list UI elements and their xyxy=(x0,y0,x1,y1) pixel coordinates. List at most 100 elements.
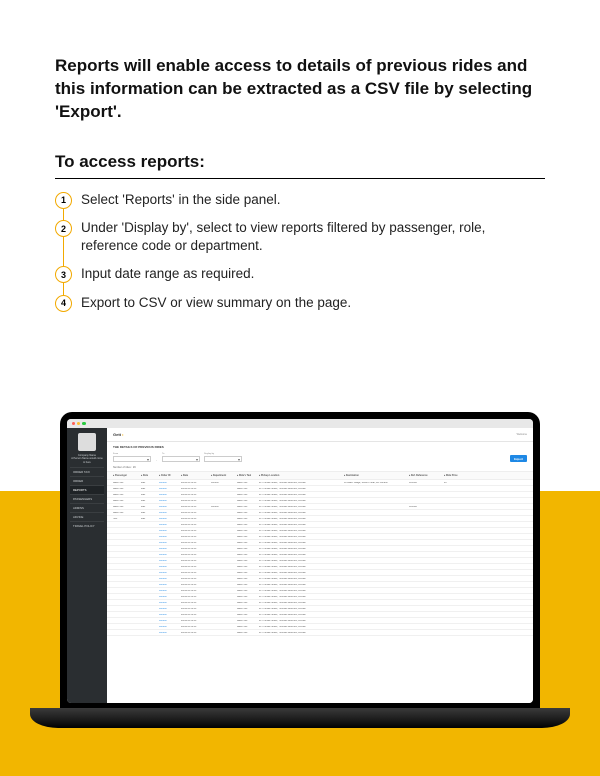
table-cell: 21 Thomas Street, Thomas Street E1, Lond… xyxy=(259,632,344,634)
date-from-select[interactable] xyxy=(113,456,151,462)
display-by-select[interactable] xyxy=(204,456,242,462)
table-cell: Black Taxi xyxy=(237,500,259,502)
column-header[interactable]: ▸ Ride Price xyxy=(444,474,466,477)
table-cell xyxy=(211,524,237,526)
table-cell: Black Taxi xyxy=(237,566,259,568)
sidebar-item-travel-policy[interactable]: TRAVEL POLICY xyxy=(70,521,104,530)
sidebar-item-advice[interactable]: ADVICE xyxy=(70,512,104,521)
table-cell: 000000 xyxy=(159,620,181,622)
table-cell xyxy=(113,536,141,538)
maximize-dot-icon[interactable] xyxy=(82,422,85,425)
table-cell xyxy=(444,518,466,520)
table-cell xyxy=(211,494,237,496)
table-cell: 28/06/14 00:00 xyxy=(181,530,211,532)
laptop-mockup: Company Name A Person Name would come in… xyxy=(60,412,540,742)
table-cell xyxy=(409,548,444,550)
table-cell xyxy=(141,542,159,544)
table-cell: 21 Thomas Street, Thomas Street E1, Lond… xyxy=(259,566,344,568)
brand-logo[interactable]: Gett xyxy=(113,432,121,437)
table-cell xyxy=(444,512,466,514)
table-cell xyxy=(211,608,237,610)
table-cell xyxy=(409,632,444,634)
table-cell: Black Taxi xyxy=(237,608,259,610)
table-cell xyxy=(113,608,141,610)
table-cell xyxy=(211,626,237,628)
table-cell: Black Taxi xyxy=(113,488,141,490)
column-header[interactable]: ▸ Ride's Taxi xyxy=(237,474,259,477)
column-header[interactable]: ▸ Passenger xyxy=(113,474,141,477)
table-cell: Black Taxi xyxy=(113,512,141,514)
table-cell: staff xyxy=(141,488,159,490)
table-cell: 28/06/14 00:00 xyxy=(181,548,211,550)
table-cell xyxy=(344,530,409,532)
topbar: Gett• Welcome xyxy=(107,428,533,442)
column-header[interactable]: ▸ Destination xyxy=(344,474,409,477)
table-cell: Black Taxi xyxy=(237,560,259,562)
table-cell xyxy=(409,554,444,556)
table-cell xyxy=(141,572,159,574)
column-header[interactable]: ▸ Order ID xyxy=(159,474,181,477)
minimize-dot-icon[interactable] xyxy=(77,422,80,425)
table-cell xyxy=(141,560,159,562)
table-cell xyxy=(409,602,444,604)
sidebar-item-passengers[interactable]: PASSENGERS xyxy=(70,494,104,503)
table-cell xyxy=(444,608,466,610)
table-cell xyxy=(409,620,444,622)
table-row[interactable]: 00000028/06/14 00:00Black Taxi21 Thomas … xyxy=(107,630,533,636)
table-cell xyxy=(409,500,444,502)
column-header[interactable]: ▸ Department xyxy=(211,474,237,477)
table-cell xyxy=(409,572,444,574)
column-header[interactable]: ▸ Pickup Location xyxy=(259,474,344,477)
table-cell: 21 Thomas Street, Thomas Street E1, Lond… xyxy=(259,548,344,550)
table-cell: 21 Thomas Street, Thomas Street E1, Lond… xyxy=(259,488,344,490)
table-cell xyxy=(344,566,409,568)
table-cell: 21 Thomas Street, Thomas Street E1, Lond… xyxy=(259,620,344,622)
table-cell: 28/06/14 00:00 xyxy=(181,590,211,592)
table-cell: 000000 xyxy=(159,554,181,556)
table-cell: Black Taxi xyxy=(237,614,259,616)
table-cell: staff xyxy=(141,494,159,496)
table-cell: 21 Thomas Street, Thomas Street E1, Lond… xyxy=(259,560,344,562)
export-button[interactable]: Export xyxy=(510,455,527,462)
table-cell xyxy=(344,578,409,580)
company-sub: A Person Name would come in here xyxy=(70,457,104,464)
table-cell xyxy=(211,596,237,598)
table-cell: 21 Thomas Street, Thomas Street E1, Lond… xyxy=(259,572,344,574)
table-cell xyxy=(344,590,409,592)
table-cell xyxy=(444,530,466,532)
table-cell: 28/06/14 00:00 xyxy=(181,584,211,586)
table-cell xyxy=(444,590,466,592)
avatar[interactable] xyxy=(78,433,96,451)
table-cell xyxy=(344,560,409,562)
table-cell: JD3000 xyxy=(409,482,444,484)
column-header[interactable]: ▸ Ref. Reference xyxy=(409,474,444,477)
filter-display-label: Display by xyxy=(204,453,242,455)
table-cell: Black Taxi xyxy=(237,494,259,496)
filter-from-label: From xyxy=(113,453,151,455)
table-cell: 28/06/14 00:00 xyxy=(181,608,211,610)
welcome-text: Welcome xyxy=(517,433,527,436)
sidebar-item-reports[interactable]: REPORTS xyxy=(70,485,104,494)
sidebar-item-order-taxi[interactable]: ORDER TAXI xyxy=(70,467,104,476)
table-cell: 18 Black Village, Street 2 near, W1 Lond… xyxy=(344,482,409,484)
table-cell: Black Taxi xyxy=(237,590,259,592)
column-header[interactable]: ▸ Date xyxy=(181,474,211,477)
table-cell xyxy=(211,566,237,568)
table-cell xyxy=(211,500,237,502)
column-header[interactable]: ▸ Role xyxy=(141,474,159,477)
intro-text: Reports will enable access to details of… xyxy=(55,55,545,124)
date-to-select[interactable] xyxy=(162,456,200,462)
table-cell xyxy=(344,602,409,604)
table-cell: 28/06/14 00:00 xyxy=(181,566,211,568)
table-cell: 21 Thomas Street, Thomas Street E1, Lond… xyxy=(259,626,344,628)
table-cell: 28/06/14 00:00 xyxy=(181,488,211,490)
table-body: Black Taxistaff00000028/06/14 00:0000000… xyxy=(107,480,533,703)
table-cell: 000000 xyxy=(159,518,181,520)
table-cell: 21 Thomas Street, Thomas Street E1, Lond… xyxy=(259,590,344,592)
table-cell: Black Taxi xyxy=(113,500,141,502)
table-cell xyxy=(113,614,141,616)
close-dot-icon[interactable] xyxy=(72,422,75,425)
table-cell xyxy=(211,602,237,604)
sidebar-item-order[interactable]: ORDER xyxy=(70,476,104,485)
sidebar-item-admins[interactable]: ADMINS xyxy=(70,503,104,512)
